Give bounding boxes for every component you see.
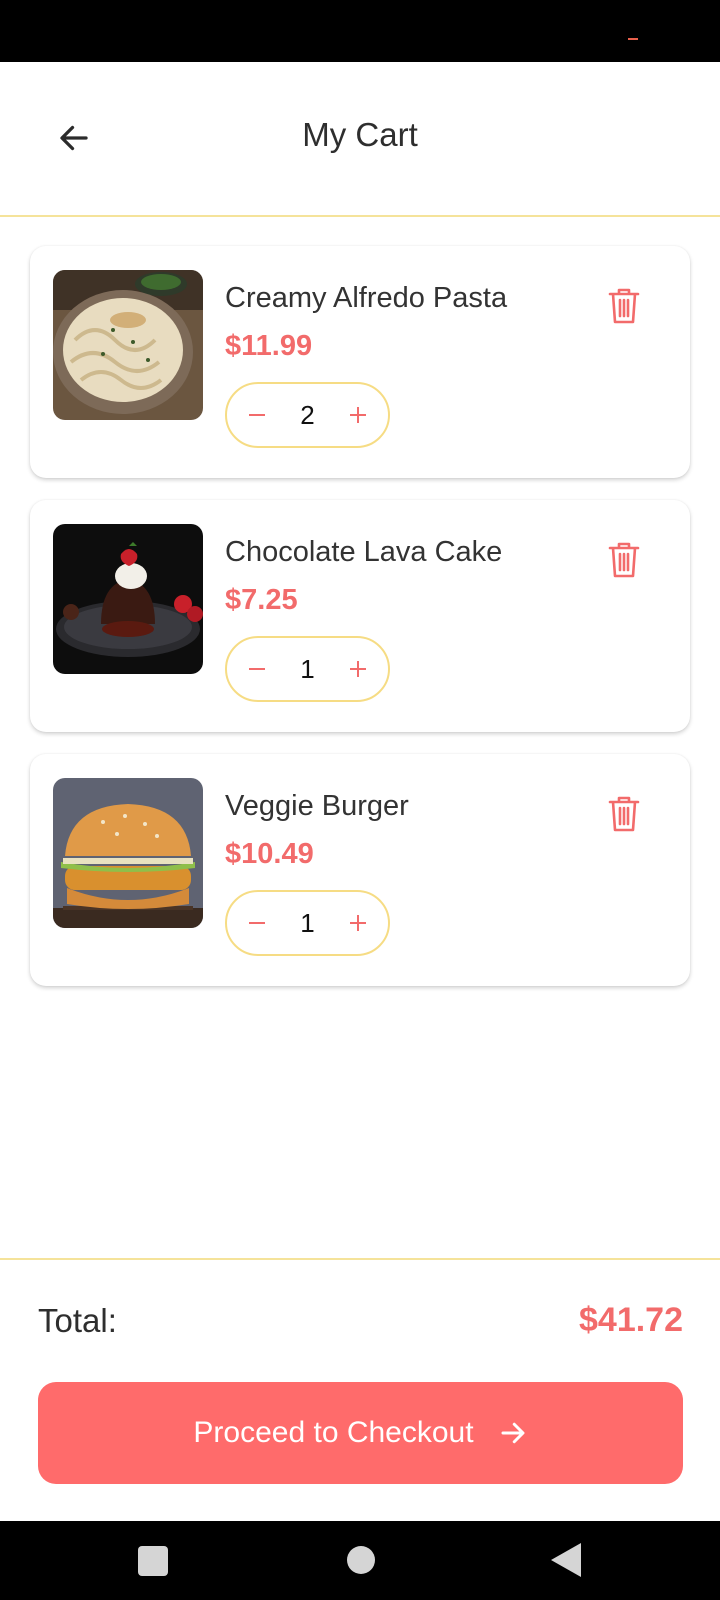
trash-icon <box>608 542 640 578</box>
plus-icon <box>350 661 366 677</box>
minus-icon <box>249 414 265 416</box>
quantity-stepper: 1 <box>225 636 390 702</box>
trash-icon <box>608 288 640 324</box>
plus-icon <box>350 407 366 423</box>
circle-icon[interactable] <box>347 1546 375 1574</box>
increase-quantity-button[interactable] <box>328 892 388 954</box>
total-label: Total: <box>38 1302 117 1339</box>
checkout-label: Proceed to Checkout <box>193 1416 474 1449</box>
item-name: Veggie Burger <box>225 790 409 822</box>
quantity-stepper: 1 <box>225 890 390 956</box>
item-price: $11.99 <box>225 330 313 362</box>
trash-icon <box>608 796 640 832</box>
plus-icon <box>350 915 366 931</box>
delete-item-button[interactable] <box>606 286 642 326</box>
checkout-button[interactable]: Proceed to Checkout <box>38 1382 683 1484</box>
app-header: My Cart <box>0 62 720 217</box>
burger-image <box>53 778 203 928</box>
cart-item: Chocolate Lava Cake $7.25 1 <box>30 500 690 732</box>
status-bar <box>0 0 720 62</box>
item-name: Chocolate Lava Cake <box>225 536 503 568</box>
minus-icon <box>249 922 265 924</box>
item-price: $7.25 <box>225 584 298 616</box>
increase-quantity-button[interactable] <box>328 638 388 700</box>
page-title: My Cart <box>302 116 418 153</box>
total-value: $41.72 <box>579 1301 683 1339</box>
triangle-back-icon[interactable] <box>551 1543 581 1577</box>
cart-item: Veggie Burger $10.49 1 <box>30 754 690 986</box>
pasta-image <box>53 270 203 420</box>
item-name: Creamy Alfredo Pasta <box>225 282 508 314</box>
square-icon[interactable] <box>138 1546 168 1576</box>
footer-divider <box>0 1258 720 1260</box>
item-price: $10.49 <box>225 838 314 870</box>
increase-quantity-button[interactable] <box>328 384 388 446</box>
system-nav-bar <box>0 1521 720 1600</box>
cart-item: Creamy Alfredo Pasta $11.99 2 <box>30 246 690 478</box>
arrow-right-icon <box>498 1418 528 1448</box>
status-indicator <box>628 38 638 40</box>
delete-item-button[interactable] <box>606 794 642 834</box>
quantity-stepper: 2 <box>225 382 390 448</box>
lava-cake-image <box>53 524 203 674</box>
delete-item-button[interactable] <box>606 540 642 580</box>
cart-list: Creamy Alfredo Pasta $11.99 2 Chocolate … <box>30 246 690 1008</box>
minus-icon <box>249 668 265 670</box>
